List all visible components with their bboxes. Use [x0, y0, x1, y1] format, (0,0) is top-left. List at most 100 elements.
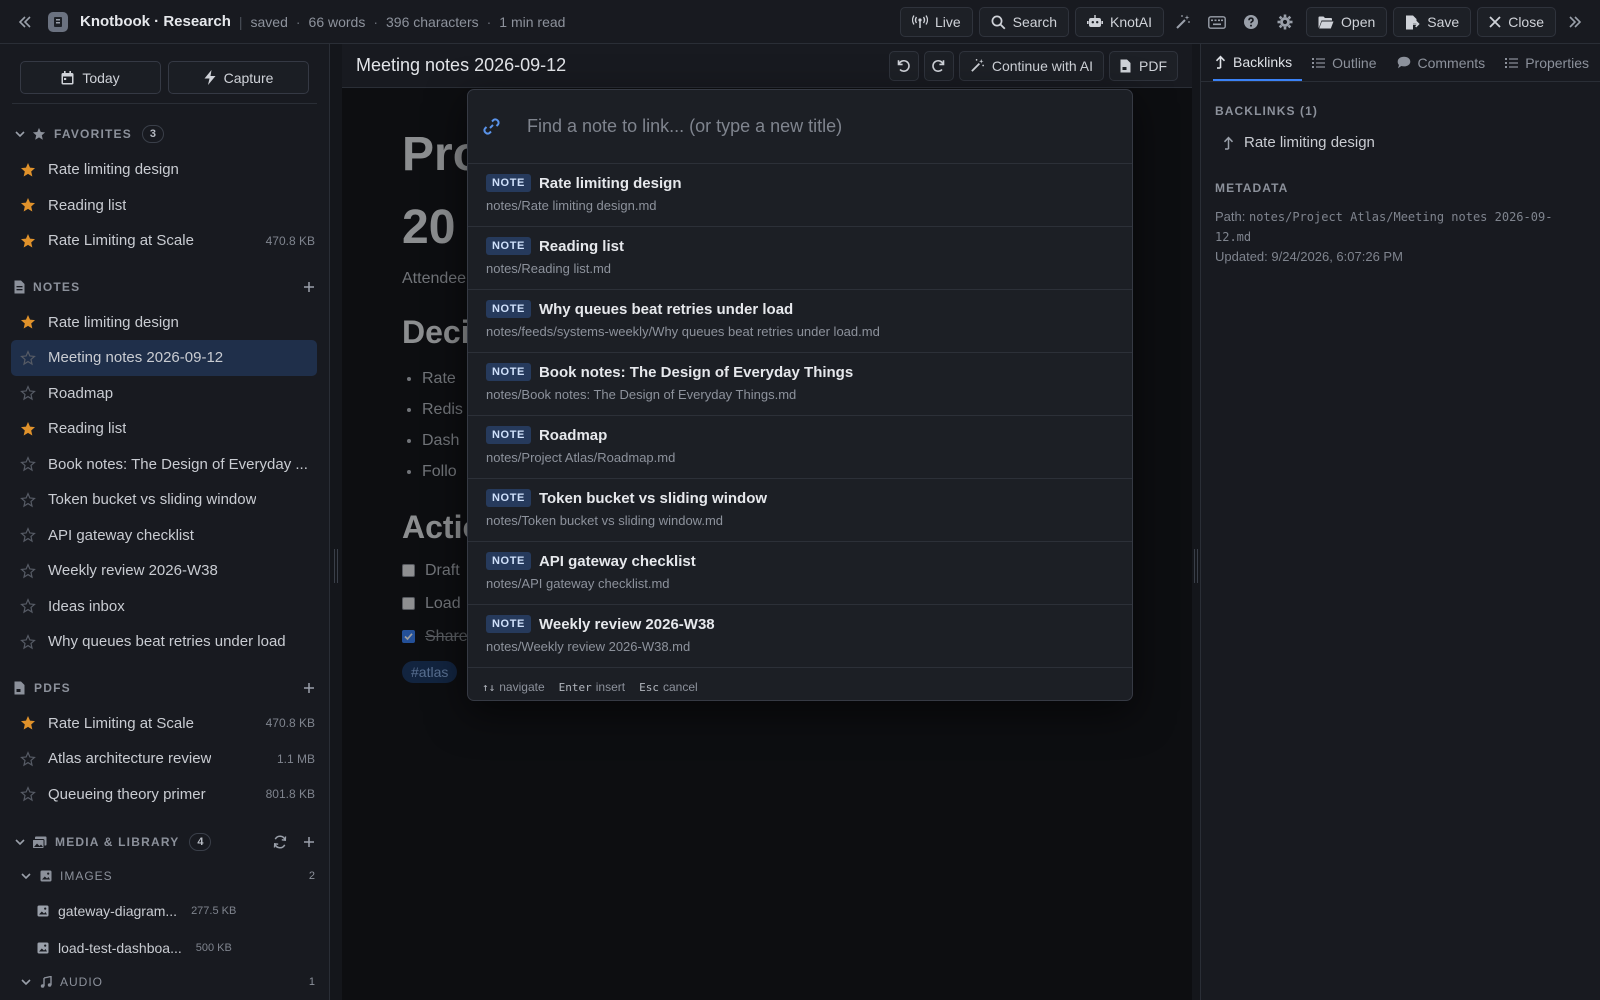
sidebar: Today Capture FAVORITES 3 Rate limiting …: [0, 44, 330, 1000]
redo-button[interactable]: [923, 50, 954, 81]
backlink-item[interactable]: Rate limiting design: [1201, 134, 1600, 151]
note-item[interactable]: Reading list: [0, 411, 329, 447]
resize-grip[interactable]: [1194, 549, 1198, 583]
result-path: notes/Weekly review 2026-W38.md: [486, 639, 691, 654]
link-result-item[interactable]: NOTE Weekly review 2026-W38 notes/Weekly r…: [468, 605, 1132, 668]
favorite-item[interactable]: Rate limiting design: [0, 152, 329, 188]
star-outline-icon[interactable]: [20, 633, 36, 650]
link-search-input[interactable]: [527, 111, 1107, 142]
tab-outline[interactable]: Outline: [1310, 44, 1386, 81]
result-path: notes/Reading list.md: [486, 261, 612, 276]
pdf-file-icon: [1120, 59, 1132, 73]
metadata-path: Path: notes/Project Atlas/Meeting notes …: [1201, 207, 1600, 247]
link-result-item[interactable]: NOTE Book notes: The Design of Everyday T…: [468, 353, 1132, 416]
star-outline-icon[interactable]: [20, 456, 36, 472]
note-item[interactable]: Roadmap: [0, 376, 329, 412]
images-subsection-header[interactable]: IMAGES 2: [0, 860, 329, 892]
add-media-icon[interactable]: [303, 836, 315, 848]
notes-section-header[interactable]: NOTES: [0, 269, 329, 305]
link-result-item[interactable]: NOTE Reading list notes/Reading list.md: [468, 227, 1132, 290]
chevron-down-icon[interactable]: [20, 870, 32, 882]
tab-comments[interactable]: Comments: [1395, 44, 1496, 81]
note-label: Reading list: [48, 420, 127, 438]
undo-button[interactable]: [888, 50, 919, 81]
add-pdf-icon[interactable]: [303, 682, 315, 694]
today-button[interactable]: Today: [20, 61, 161, 94]
capture-button[interactable]: Capture: [168, 61, 309, 94]
link-result-item[interactable]: NOTE Rate limiting design notes/Rate limit…: [468, 164, 1132, 227]
comment-icon: [1397, 56, 1411, 69]
note-item[interactable]: Book notes: The Design of Everyday ...: [0, 447, 329, 483]
note-item[interactable]: Weekly review 2026-W38: [0, 553, 329, 589]
tab-properties[interactable]: Properties: [1503, 44, 1599, 81]
star-filled-icon[interactable]: [20, 233, 36, 249]
media-item[interactable]: gateway-diagram... 277.5 KB: [0, 892, 329, 929]
star-outline-icon[interactable]: [20, 562, 36, 579]
chevron-down-icon[interactable]: [14, 128, 26, 140]
star-outline-icon[interactable]: [20, 750, 36, 767]
pdf-item[interactable]: Atlas architecture review 1.1 MB: [0, 741, 329, 777]
keyboard-button[interactable]: [1202, 7, 1232, 37]
result-title-row: NOTE Reading list: [486, 237, 1114, 255]
audio-subsection-header[interactable]: AUDIO 1: [0, 966, 329, 998]
star-filled-icon[interactable]: [20, 197, 36, 213]
document-tab-title[interactable]: Meeting notes 2026-09-12: [356, 55, 566, 76]
char-count: 396 characters: [386, 13, 479, 30]
note-item[interactable]: Why queues beat retries under load: [0, 624, 329, 660]
image-icon: [37, 942, 49, 954]
star-outline-icon[interactable]: [20, 598, 36, 614]
collapse-right-panel-button[interactable]: [1560, 7, 1590, 37]
note-item[interactable]: Rate limiting design: [0, 305, 329, 341]
note-item[interactable]: Ideas inbox: [0, 589, 329, 625]
continue-with-ai-button[interactable]: Continue with AI: [958, 50, 1104, 81]
star-outline-icon[interactable]: [20, 491, 36, 508]
close-button[interactable]: Close: [1477, 7, 1556, 37]
magic-wand-button[interactable]: [1168, 7, 1198, 37]
star-outline-icon[interactable]: [20, 786, 36, 802]
pdfs-section-header[interactable]: PDFS: [0, 670, 329, 706]
link-result-item[interactable]: NOTE Roadmap notes/Project Atlas/Roadmap.m…: [468, 416, 1132, 479]
favorites-section-header[interactable]: FAVORITES 3: [0, 116, 329, 152]
resize-grip[interactable]: [334, 549, 338, 583]
collapse-sidebar-icon[interactable]: [18, 15, 32, 29]
add-note-icon[interactable]: [303, 281, 315, 293]
star-filled-icon[interactable]: [20, 162, 36, 178]
note-item-active[interactable]: Meeting notes 2026-09-12: [11, 340, 317, 376]
favorite-label: Rate Limiting at Scale: [48, 232, 194, 250]
hint-insert: Enter insert: [558, 680, 626, 694]
note-label: API gateway checklist: [48, 526, 194, 544]
link-result-item[interactable]: NOTE Token bucket vs sliding window notes/…: [468, 479, 1132, 542]
knotai-button[interactable]: KnotAI: [1075, 7, 1165, 37]
media-item[interactable]: load-test-dashboa... 500 KB: [0, 929, 329, 966]
help-button[interactable]: [1236, 7, 1266, 37]
star-outline-icon[interactable]: [20, 349, 36, 366]
right-panel-resize-handle[interactable]: [1192, 44, 1200, 1000]
result-title-row: NOTE Book notes: The Design of Everyday T…: [486, 363, 1114, 381]
pdf-item[interactable]: Queueing theory primer 801.8 KB: [0, 777, 329, 813]
link-result-item[interactable]: NOTE Why queues beat retries under load no…: [468, 290, 1132, 353]
favorite-item[interactable]: Rate Limiting at Scale 470.8 KB: [0, 223, 329, 259]
capture-label: Capture: [223, 69, 274, 86]
favorite-item[interactable]: Reading list: [0, 188, 329, 224]
pdf-export-button[interactable]: PDF: [1109, 50, 1178, 81]
open-button[interactable]: Open: [1306, 7, 1388, 37]
search-button[interactable]: Search: [978, 7, 1069, 37]
settings-button[interactable]: [1270, 7, 1300, 37]
tab-backlinks[interactable]: Backlinks: [1213, 44, 1303, 81]
chevron-down-icon[interactable]: [20, 976, 32, 988]
live-button[interactable]: Live: [899, 7, 973, 37]
media-section-header[interactable]: MEDIA & LIBRARY 4: [0, 824, 329, 860]
star-filled-icon[interactable]: [20, 421, 36, 437]
star-filled-icon[interactable]: [20, 715, 36, 731]
star-outline-icon[interactable]: [20, 385, 36, 401]
save-button[interactable]: Save: [1393, 7, 1472, 37]
note-item[interactable]: Token bucket vs sliding window: [0, 482, 329, 518]
refresh-icon[interactable]: [273, 835, 287, 849]
star-outline-icon[interactable]: [20, 527, 36, 543]
chevron-down-icon[interactable]: [14, 836, 26, 848]
link-result-item[interactable]: NOTE API gateway checklist notes/API gatew…: [468, 542, 1132, 605]
star-filled-icon[interactable]: [20, 314, 36, 330]
sidebar-resize-handle[interactable]: [330, 44, 342, 1000]
note-item[interactable]: API gateway checklist: [0, 518, 329, 554]
pdf-item[interactable]: Rate Limiting at Scale 470.8 KB: [0, 706, 329, 742]
